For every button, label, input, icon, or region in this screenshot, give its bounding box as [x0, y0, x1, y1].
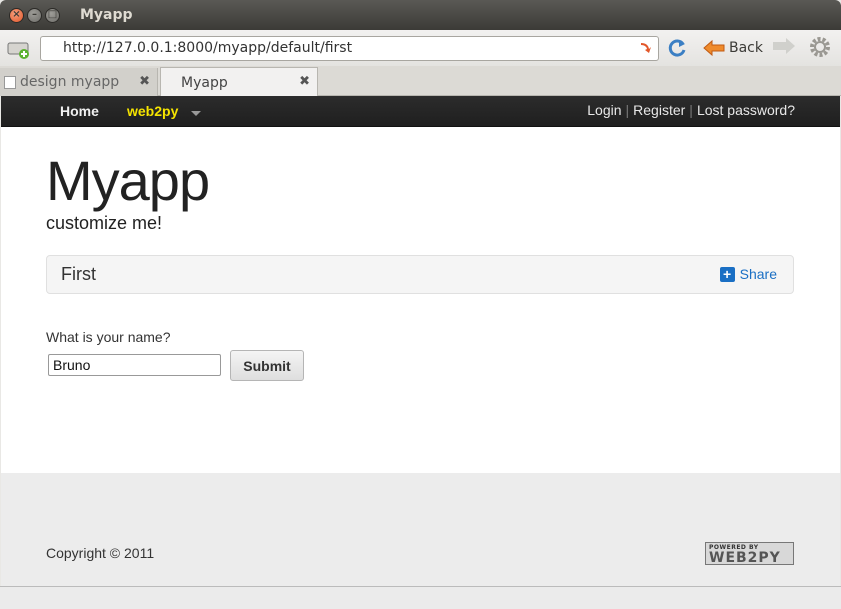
back-label: Back — [729, 40, 763, 56]
nav-home-link[interactable]: Home — [60, 103, 99, 119]
page-header-bar: First + Share — [46, 255, 794, 294]
go-arrow-icon[interactable] — [638, 40, 654, 63]
share-button[interactable]: + Share — [719, 266, 777, 282]
name-input[interactable] — [48, 354, 221, 376]
plus-icon: + — [719, 266, 735, 282]
powered-big-text: WEB2PY — [709, 550, 781, 566]
url-input[interactable]: http://127.0.0.1:8000/myapp/default/firs… — [40, 36, 659, 61]
auth-links: Login | Register | Lost password? — [587, 102, 795, 118]
window-close-button[interactable]: × — [9, 7, 24, 23]
separator: | — [625, 102, 630, 118]
reload-icon[interactable] — [666, 37, 688, 63]
tab-label: design myapp — [20, 74, 120, 90]
web-page: Home web2py Login | Register | Lost password… — [1, 96, 840, 606]
window-titlebar: × – □ Myapp — [0, 0, 841, 30]
window-controls: × – □ — [9, 7, 60, 23]
tab-myapp[interactable]: Myapp ✖ — [160, 67, 318, 97]
tab-design-myapp[interactable]: design myapp ✖ — [0, 68, 158, 96]
window-title: Myapp — [80, 7, 133, 23]
register-link[interactable]: Register — [633, 102, 685, 118]
copyright-text: Copyright © 2011 — [46, 545, 155, 561]
forward-arrow-icon[interactable] — [772, 36, 796, 60]
browser-toolbar: http://127.0.0.1:8000/myapp/default/firs… — [0, 30, 841, 66]
back-arrow-icon — [703, 39, 725, 57]
name-question-label: What is your name? — [46, 329, 171, 345]
close-icon[interactable]: ✖ — [299, 74, 310, 89]
new-tab-icon[interactable] — [7, 37, 31, 61]
section-heading: First — [61, 264, 96, 284]
status-bar — [0, 586, 841, 609]
lost-password-link[interactable]: Lost password? — [697, 102, 795, 118]
url-text: http://127.0.0.1:8000/myapp/default/firs… — [63, 40, 353, 56]
tab-strip: design myapp ✖ Myapp ✖ — [0, 66, 841, 97]
navbar: Home web2py Login | Register | Lost password… — [1, 96, 840, 127]
submit-button[interactable]: Submit — [230, 350, 304, 381]
document-icon — [4, 76, 16, 89]
powered-by-web2py-badge[interactable]: POWERED BY WEB2PY — [705, 542, 794, 566]
page-subtitle: customize me! — [46, 213, 163, 233]
window-minimize-button[interactable]: – — [27, 7, 42, 23]
page-title: Myapp — [46, 149, 210, 212]
separator: | — [689, 102, 693, 118]
window-maximize-button[interactable]: □ — [45, 7, 60, 23]
close-icon[interactable]: ✖ — [139, 74, 150, 89]
gear-icon[interactable] — [808, 35, 832, 63]
tab-label: Myapp — [181, 74, 228, 91]
nav-web2py-menu[interactable]: web2py — [127, 103, 178, 119]
share-label: Share — [739, 266, 777, 282]
chevron-down-icon[interactable] — [191, 111, 201, 116]
back-button[interactable]: Back — [703, 36, 763, 60]
login-link[interactable]: Login — [587, 102, 621, 118]
